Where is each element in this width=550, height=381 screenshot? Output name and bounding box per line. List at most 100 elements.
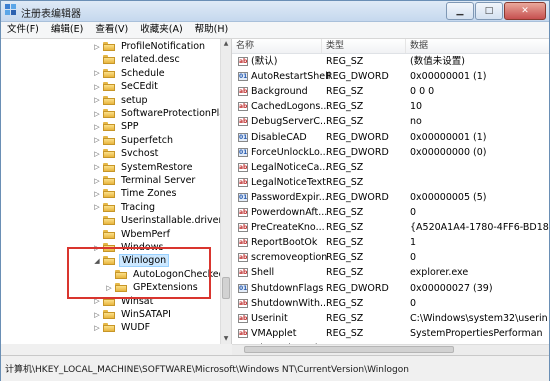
- value-type: REG_SZ: [326, 237, 364, 249]
- tree-node[interactable]: ▷ Svchost: [93, 147, 160, 160]
- value-row[interactable]: ab ReportBootOk REG_SZ 1: [232, 235, 549, 250]
- expand-arrow-icon[interactable]: ▷: [93, 321, 101, 334]
- registry-editor-window: 注册表编辑器 ▁ □ ✕ 文件(F) 编辑(E) 查看(V) 收藏夹(A) 帮助…: [0, 0, 550, 381]
- value-row[interactable]: ab VMApplet REG_SZ SystemPropertiesPerforma…: [232, 326, 549, 341]
- collapse-arrow-icon[interactable]: ◢: [93, 254, 101, 267]
- folder-icon: [103, 95, 115, 105]
- scroll-up-icon[interactable]: ▲: [221, 39, 231, 49]
- expand-arrow-icon[interactable]: ▷: [93, 134, 101, 147]
- close-button[interactable]: ✕: [504, 2, 546, 20]
- tree-node[interactable]: ▷ Time Zones: [93, 187, 178, 200]
- tree-node[interactable]: ◢ Winlogon: [93, 254, 170, 268]
- value-row[interactable]: 01 ForceUnlockLo... REG_DWORD 0x00000000 (0…: [232, 145, 549, 160]
- tree-node[interactable]: ▷ SoftwareProtectionPlatfo: [93, 107, 232, 120]
- registry-app-icon: [5, 4, 16, 15]
- tree-vertical-scrollbar[interactable]: ▲ ▼: [220, 39, 231, 344]
- menu-view[interactable]: 查看(V): [89, 22, 134, 38]
- tree-node[interactable]: ▷ Terminal Server: [93, 174, 197, 187]
- tree-node-label: setup: [121, 94, 148, 106]
- tree-node-label: SoftwareProtectionPlatfo: [121, 108, 232, 119]
- tree-node[interactable]: ▷ Superfetch: [93, 134, 175, 147]
- close-icon: ✕: [521, 6, 529, 16]
- value-type: REG_SZ: [326, 207, 364, 218]
- value-data: (数值未设置): [410, 56, 465, 67]
- value-row[interactable]: ab Userinit REG_SZ C:\Windows\system32\user…: [232, 311, 549, 326]
- value-row[interactable]: 01 AutoRestartShell REG_DWORD 0x00000001 (1…: [232, 69, 549, 84]
- string-value-icon: ab: [238, 313, 248, 323]
- scroll-down-icon[interactable]: ▼: [221, 334, 231, 344]
- expand-arrow-icon[interactable]: ▷: [93, 187, 101, 200]
- tree-node[interactable]: ▷ GPExtensions: [105, 281, 200, 294]
- expand-arrow-icon[interactable]: ▷: [93, 241, 101, 254]
- tree-node[interactable]: Userinstallable.drivers: [93, 214, 229, 227]
- expand-arrow-icon[interactable]: ▷: [105, 281, 113, 294]
- string-value-icon: ab: [238, 102, 248, 112]
- maximize-button[interactable]: □: [475, 2, 503, 20]
- tree-node[interactable]: related.desc: [93, 53, 182, 66]
- value-row[interactable]: 01 ShutdownFlags REG_DWORD 0x00000027 (39): [232, 281, 549, 296]
- tree-node[interactable]: WbemPerf: [93, 228, 172, 241]
- expand-arrow-icon[interactable]: ▷: [93, 174, 101, 187]
- values-horizontal-scrollbar[interactable]: [232, 344, 549, 355]
- expand-arrow-icon[interactable]: ▷: [93, 67, 101, 80]
- tree-node[interactable]: ▷ WUDF: [93, 321, 152, 334]
- value-row[interactable]: ab PowerdownAft... REG_SZ 0: [232, 205, 549, 220]
- column-header-type[interactable]: 类型: [322, 39, 406, 53]
- expand-arrow-icon[interactable]: ▷: [93, 107, 101, 120]
- expand-arrow-icon[interactable]: ▷: [93, 308, 101, 321]
- tree-node[interactable]: ▷ SPP: [93, 120, 141, 133]
- value-row[interactable]: 01 DisableCAD REG_DWORD 0x00000001 (1): [232, 130, 549, 145]
- minimize-button[interactable]: ▁: [446, 2, 474, 20]
- value-row[interactable]: ab ShutdownWith... REG_SZ 0: [232, 296, 549, 311]
- value-row[interactable]: ab Background REG_SZ 0 0 0: [232, 84, 549, 99]
- value-row[interactable]: ab Shell REG_SZ explorer.exe: [232, 265, 549, 280]
- value-row[interactable]: ab (默认) REG_SZ (数值未设置): [232, 54, 549, 69]
- value-row[interactable]: ab LegalNoticeCa... REG_SZ: [232, 160, 549, 175]
- expand-arrow-icon[interactable]: ▷: [93, 201, 101, 214]
- menu-file[interactable]: 文件(F): [1, 22, 45, 38]
- tree-node[interactable]: ▷ setup: [93, 94, 150, 107]
- value-row[interactable]: ab CachedLogons... REG_SZ 10: [232, 99, 549, 114]
- tree-node[interactable]: ▷ ProfileNotification: [93, 40, 207, 53]
- tree-node[interactable]: ▷ Tracing: [93, 201, 157, 214]
- value-name: ForceUnlockLo...: [251, 146, 329, 158]
- tree-scroll-thumb[interactable]: [222, 277, 230, 299]
- expand-arrow-icon[interactable]: ▷: [93, 120, 101, 133]
- tree-node[interactable]: ▷ WinSATAPI: [93, 308, 173, 321]
- tree-node[interactable]: ▷ SeCEdit: [93, 80, 160, 93]
- expand-arrow-icon[interactable]: ▷: [93, 161, 101, 174]
- value-data: 0x00000001 (1): [410, 71, 487, 83]
- column-header-data[interactable]: 数据: [406, 39, 549, 53]
- tree-node-label: related.desc: [121, 54, 180, 66]
- string-value-icon: ab: [238, 298, 248, 308]
- folder-icon: [103, 162, 115, 172]
- value-type: REG_SZ: [326, 86, 364, 98]
- folder-icon: [103, 229, 115, 239]
- tree-node[interactable]: ▷ Winsat: [93, 295, 155, 308]
- menu-help[interactable]: 帮助(H): [189, 22, 235, 38]
- folder-icon: [103, 68, 115, 78]
- menu-edit[interactable]: 编辑(E): [45, 22, 89, 38]
- tree-node[interactable]: ▷ Schedule: [93, 67, 167, 80]
- expand-arrow-icon[interactable]: ▷: [93, 295, 101, 308]
- folder-icon: [103, 55, 115, 65]
- value-name: Shell: [251, 267, 275, 279]
- value-row[interactable]: ab PreCreateKno... REG_SZ {A520A1A4-1780-4F…: [232, 220, 549, 235]
- column-header-name[interactable]: 名称: [232, 39, 322, 53]
- expand-arrow-icon[interactable]: ▷: [93, 40, 101, 53]
- values-hscroll-thumb[interactable]: [244, 346, 454, 353]
- value-row[interactable]: 01 PasswordExpir... REG_DWORD 0x00000005 (5…: [232, 190, 549, 205]
- value-data: 0x00000000 (0): [410, 146, 487, 158]
- tree-node[interactable]: AutoLogonChecked: [105, 268, 227, 281]
- string-value-icon: ab: [238, 177, 248, 187]
- value-row[interactable]: ab LegalNoticeText REG_SZ: [232, 175, 549, 190]
- tree-node[interactable]: ▷ Windows: [93, 241, 165, 254]
- tree-node[interactable]: ▷ SystemRestore: [93, 161, 194, 174]
- expand-arrow-icon[interactable]: ▷: [93, 94, 101, 107]
- menu-favorites[interactable]: 收藏夹(A): [134, 22, 188, 38]
- value-row[interactable]: ab DebugServerC... REG_SZ no: [232, 114, 549, 129]
- values-list-pane: 名称 类型 数据 ab (默认) REG_SZ (数值未设置) 01 AutoRestar…: [232, 39, 549, 344]
- value-row[interactable]: ab scremoveoption REG_SZ 0: [232, 250, 549, 265]
- expand-arrow-icon[interactable]: ▷: [93, 80, 101, 93]
- expand-arrow-icon[interactable]: ▷: [93, 147, 101, 160]
